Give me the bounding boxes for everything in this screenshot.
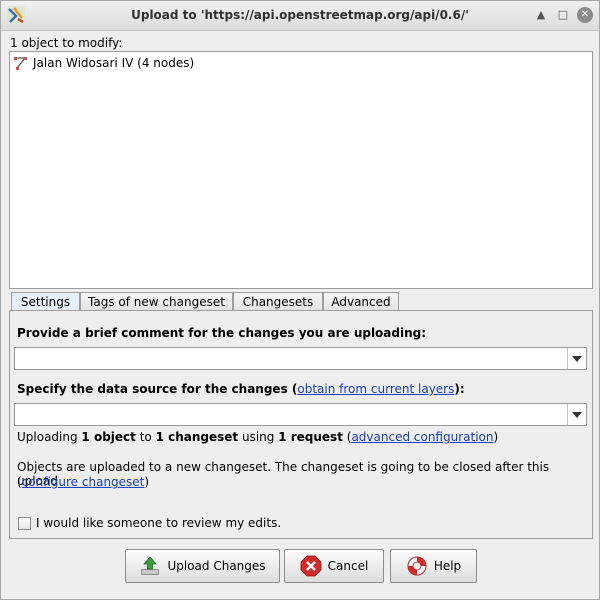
- upload-icon: [141, 556, 160, 575]
- list-item[interactable]: Jalan Widosari IV (4 nodes): [13, 55, 194, 71]
- upload-changes-label: Upload Changes: [167, 559, 266, 573]
- window-title: Upload to 'https://api.openstreetmap.org…: [131, 8, 469, 22]
- upload-dialog: Upload to 'https://api.openstreetmap.org…: [0, 0, 600, 600]
- source-label: Specify the data source for the changes …: [17, 382, 465, 396]
- upload-strategy-text: Uploading 1 object to 1 changeset using …: [17, 430, 499, 444]
- tab-tags-of-new-changeset[interactable]: Tags of new changeset: [80, 292, 233, 311]
- review-checkbox[interactable]: [18, 516, 31, 530]
- advanced-configuration-link[interactable]: advanced configuration: [351, 430, 493, 444]
- upload-changes-button[interactable]: Upload Changes: [125, 549, 280, 583]
- cancel-label: Cancel: [327, 559, 369, 573]
- tab-advanced[interactable]: Advanced: [323, 292, 399, 311]
- help-button[interactable]: Help: [390, 549, 477, 583]
- help-label: Help: [433, 559, 462, 573]
- close-icon[interactable]: ✕: [577, 7, 593, 23]
- lifebuoy-icon: [407, 556, 427, 576]
- tab-changesets[interactable]: Changesets: [233, 292, 323, 311]
- object-label: Jalan Widosari IV (4 nodes): [33, 56, 195, 70]
- comment-combo[interactable]: [14, 347, 587, 370]
- chevron-down-icon[interactable]: [567, 348, 586, 369]
- objects-list[interactable]: Jalan Widosari IV (4 nodes): [9, 51, 593, 289]
- review-checkbox-label: I would like someone to review my edits.: [36, 516, 282, 530]
- title-bar[interactable]: Upload to 'https://api.openstreetmap.org…: [1, 1, 599, 31]
- maximize-icon[interactable]: □: [555, 7, 571, 23]
- obtain-from-layers-link[interactable]: obtain from current layers: [297, 382, 454, 396]
- objects-label: 1 object to modify:: [10, 36, 123, 50]
- tab-settings[interactable]: Settings: [11, 292, 80, 312]
- review-checkbox-row[interactable]: I would like someone to review my edits.: [18, 516, 281, 530]
- settings-panel: Provide a brief comment for the changes …: [9, 310, 593, 539]
- changeset-config-line: (configure changeset): [17, 475, 150, 489]
- minimize-icon[interactable]: ▲: [533, 7, 549, 23]
- cancel-button[interactable]: Cancel: [284, 549, 384, 583]
- way-icon: [14, 57, 27, 70]
- comment-label: Provide a brief comment for the changes …: [17, 326, 427, 340]
- chevron-down-icon[interactable]: [567, 404, 586, 425]
- cancel-icon: [300, 555, 322, 577]
- source-combo[interactable]: [14, 403, 587, 426]
- configure-changeset-link[interactable]: configure changeset: [22, 475, 145, 489]
